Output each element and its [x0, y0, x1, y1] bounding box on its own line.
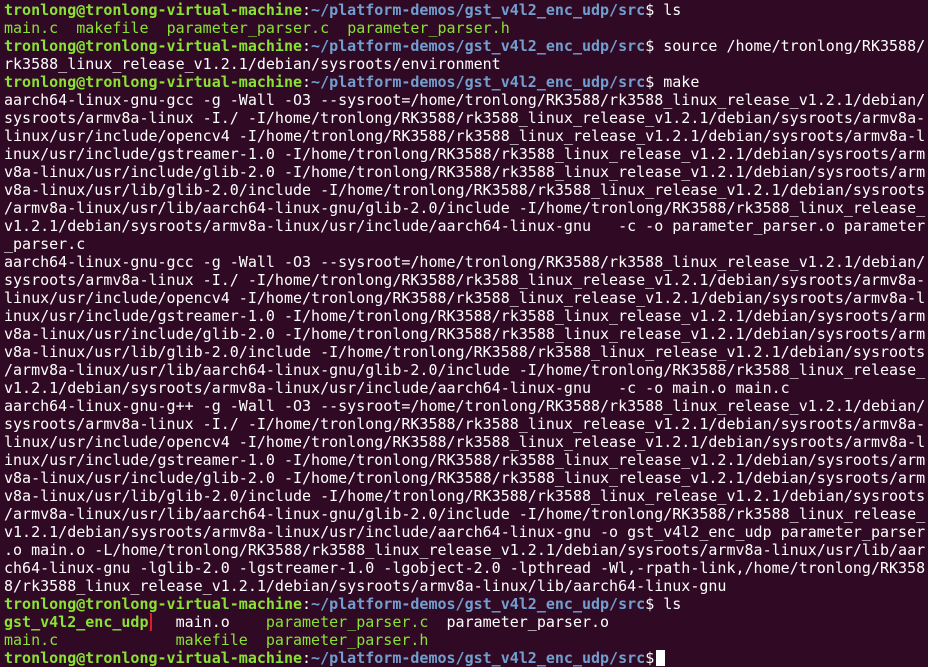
- prompt-user-host: tronlong@tronlong-virtual-machine: [4, 73, 303, 91]
- file-entry: parameter_parser.o: [446, 613, 610, 631]
- make-output-line: inux/usr/include/gstreamer-1.0 -I/home/t…: [4, 451, 926, 469]
- highlighted-executable: gst_v4l2_enc_udp: [4, 613, 152, 631]
- prompt-line-ls: tronlong@tronlong-virtual-machine:~/plat…: [4, 595, 928, 613]
- make-output-line: v8a-linux/usr/lib/glib-2.0/include -I/ho…: [4, 487, 926, 505]
- ls-output-line: main.c makefile parameter_parser.c param…: [4, 19, 928, 37]
- prompt-line-make: tronlong@tronlong-virtual-machine:~/plat…: [4, 73, 928, 91]
- file-entry: main.c: [4, 631, 59, 649]
- make-output-line: linux/usr/include/opencv4 -I/home/tronlo…: [4, 289, 926, 307]
- make-output-line: v1.2.1/debian/sysroots/armv8a-linux/usr/…: [4, 379, 790, 397]
- prompt-line-active: tronlong@tronlong-virtual-machine:~/plat…: [4, 649, 928, 667]
- file-entry: parameter_parser.h: [347, 19, 510, 37]
- ls-output-line: main.c makefile parameter_parser.h: [4, 631, 928, 649]
- command-continuation: rk3588_linux_release_v1.2.1/debian/sysro…: [4, 55, 501, 73]
- make-output-line: /armv8a-linux/usr/lib/aarch64-linux-gnu/…: [4, 505, 926, 523]
- make-output-line: aarch64-linux-gnu-g++ -g -Wall -O3 --sys…: [4, 397, 926, 415]
- prompt-user-host: tronlong@tronlong-virtual-machine: [4, 595, 303, 613]
- make-output: aarch64-linux-gnu-gcc -g -Wall -O3 --sys…: [4, 91, 928, 595]
- prompt-separator: :: [302, 595, 312, 613]
- make-output-line: _parser.c: [4, 235, 86, 253]
- make-output-line: v1.2.1/debian/sysroots/armv8a-linux/usr/…: [4, 217, 926, 235]
- make-output-line: ch64-linux-gnu -lglib-2.0 -lgstreamer-1.…: [4, 559, 926, 577]
- make-output-line: inux/usr/include/gstreamer-1.0 -I/home/t…: [4, 307, 926, 325]
- prompt-dollar: $: [645, 1, 655, 19]
- prompt-path: ~/platform-demos/gst_v4l2_enc_udp/src: [311, 73, 646, 91]
- make-output-line: inux/usr/include/gstreamer-1.0 -I/home/t…: [4, 145, 926, 163]
- make-output-line: /armv8a-linux/usr/lib/aarch64-linux-gnu/…: [4, 361, 926, 379]
- prompt-user-host: tronlong@tronlong-virtual-machine: [4, 649, 303, 667]
- file-entry: main.o: [175, 613, 230, 631]
- make-output-line: linux/usr/include/opencv4 -I/home/tronlo…: [4, 433, 926, 451]
- make-output-line: v8a-linux/usr/include/glib-2.0 -I/home/t…: [4, 469, 926, 487]
- prompt-line-ls: tronlong@tronlong-virtual-machine:~/plat…: [4, 1, 928, 19]
- make-output-line: .o main.o -L/home/tronlong/RK3588/rk3588…: [4, 541, 926, 559]
- prompt-dollar: $: [645, 73, 655, 91]
- make-output-line: linux/usr/include/opencv4 -I/home/tronlo…: [4, 127, 926, 145]
- make-output-line: v8a-linux/usr/lib/glib-2.0/include -I/ho…: [4, 181, 926, 199]
- prompt-path: ~/platform-demos/gst_v4l2_enc_udp/src: [311, 595, 646, 613]
- file-entry: makefile: [175, 631, 248, 649]
- file-entry: parameter_parser.c: [166, 19, 330, 37]
- prompt-dollar: $: [645, 649, 655, 667]
- prompt-path: ~/platform-demos/gst_v4l2_enc_udp/src: [311, 649, 646, 667]
- ls-output-line: gst_v4l2_enc_udp main.o parameter_parser…: [4, 613, 928, 631]
- prompt-line-source: tronlong@tronlong-virtual-machine:~/plat…: [4, 37, 928, 55]
- make-output-line: sysroots/armv8a-linux -I./ -I/home/tronl…: [4, 109, 926, 127]
- prompt-path: ~/platform-demos/gst_v4l2_enc_udp/src: [311, 37, 646, 55]
- command-text: make: [654, 73, 700, 91]
- make-output-line: aarch64-linux-gnu-gcc -g -Wall -O3 --sys…: [4, 91, 926, 109]
- prompt-separator: :: [302, 73, 312, 91]
- text-cursor: [656, 650, 666, 666]
- file-entry: main.c: [4, 19, 59, 37]
- make-output-line: 8/rk3588_linux_release_v1.2.1/debian/sys…: [4, 577, 727, 595]
- make-output-line: sysroots/armv8a-linux -I./ -I/home/tronl…: [4, 415, 926, 433]
- file-entry: makefile: [76, 19, 149, 37]
- make-output-line: aarch64-linux-gnu-gcc -g -Wall -O3 --sys…: [4, 253, 926, 271]
- make-output-line: v8a-linux/usr/include/glib-2.0 -I/home/t…: [4, 325, 926, 343]
- command-text: ls: [654, 595, 682, 613]
- prompt-user-host: tronlong@tronlong-virtual-machine: [4, 1, 303, 19]
- prompt-separator: :: [302, 1, 312, 19]
- file-entry: parameter_parser.c: [265, 613, 429, 631]
- prompt-dollar: $: [645, 595, 655, 613]
- prompt-path: ~/platform-demos/gst_v4l2_enc_udp/src: [311, 1, 646, 19]
- make-output-line: v1.2.1/debian/sysroots/armv8a-linux/usr/…: [4, 523, 926, 541]
- make-output-line: v8a-linux/usr/lib/glib-2.0/include -I/ho…: [4, 343, 926, 361]
- prompt-user-host: tronlong@tronlong-virtual-machine: [4, 37, 303, 55]
- command-text: ls: [654, 1, 682, 19]
- terminal-window[interactable]: tronlong@tronlong-virtual-machine:~/plat…: [0, 0, 928, 667]
- prompt-separator: :: [302, 649, 312, 667]
- make-output-line: v8a-linux/usr/include/glib-2.0 -I/home/t…: [4, 163, 926, 181]
- prompt-separator: :: [302, 37, 312, 55]
- prompt-dollar: $: [645, 37, 655, 55]
- file-entry: parameter_parser.h: [265, 631, 429, 649]
- command-text: source /home/tronlong/RK3588/: [654, 37, 926, 55]
- make-output-line: sysroots/armv8a-linux -I./ -I/home/tronl…: [4, 271, 926, 289]
- make-output-line: /armv8a-linux/usr/lib/aarch64-linux-gnu/…: [4, 199, 926, 217]
